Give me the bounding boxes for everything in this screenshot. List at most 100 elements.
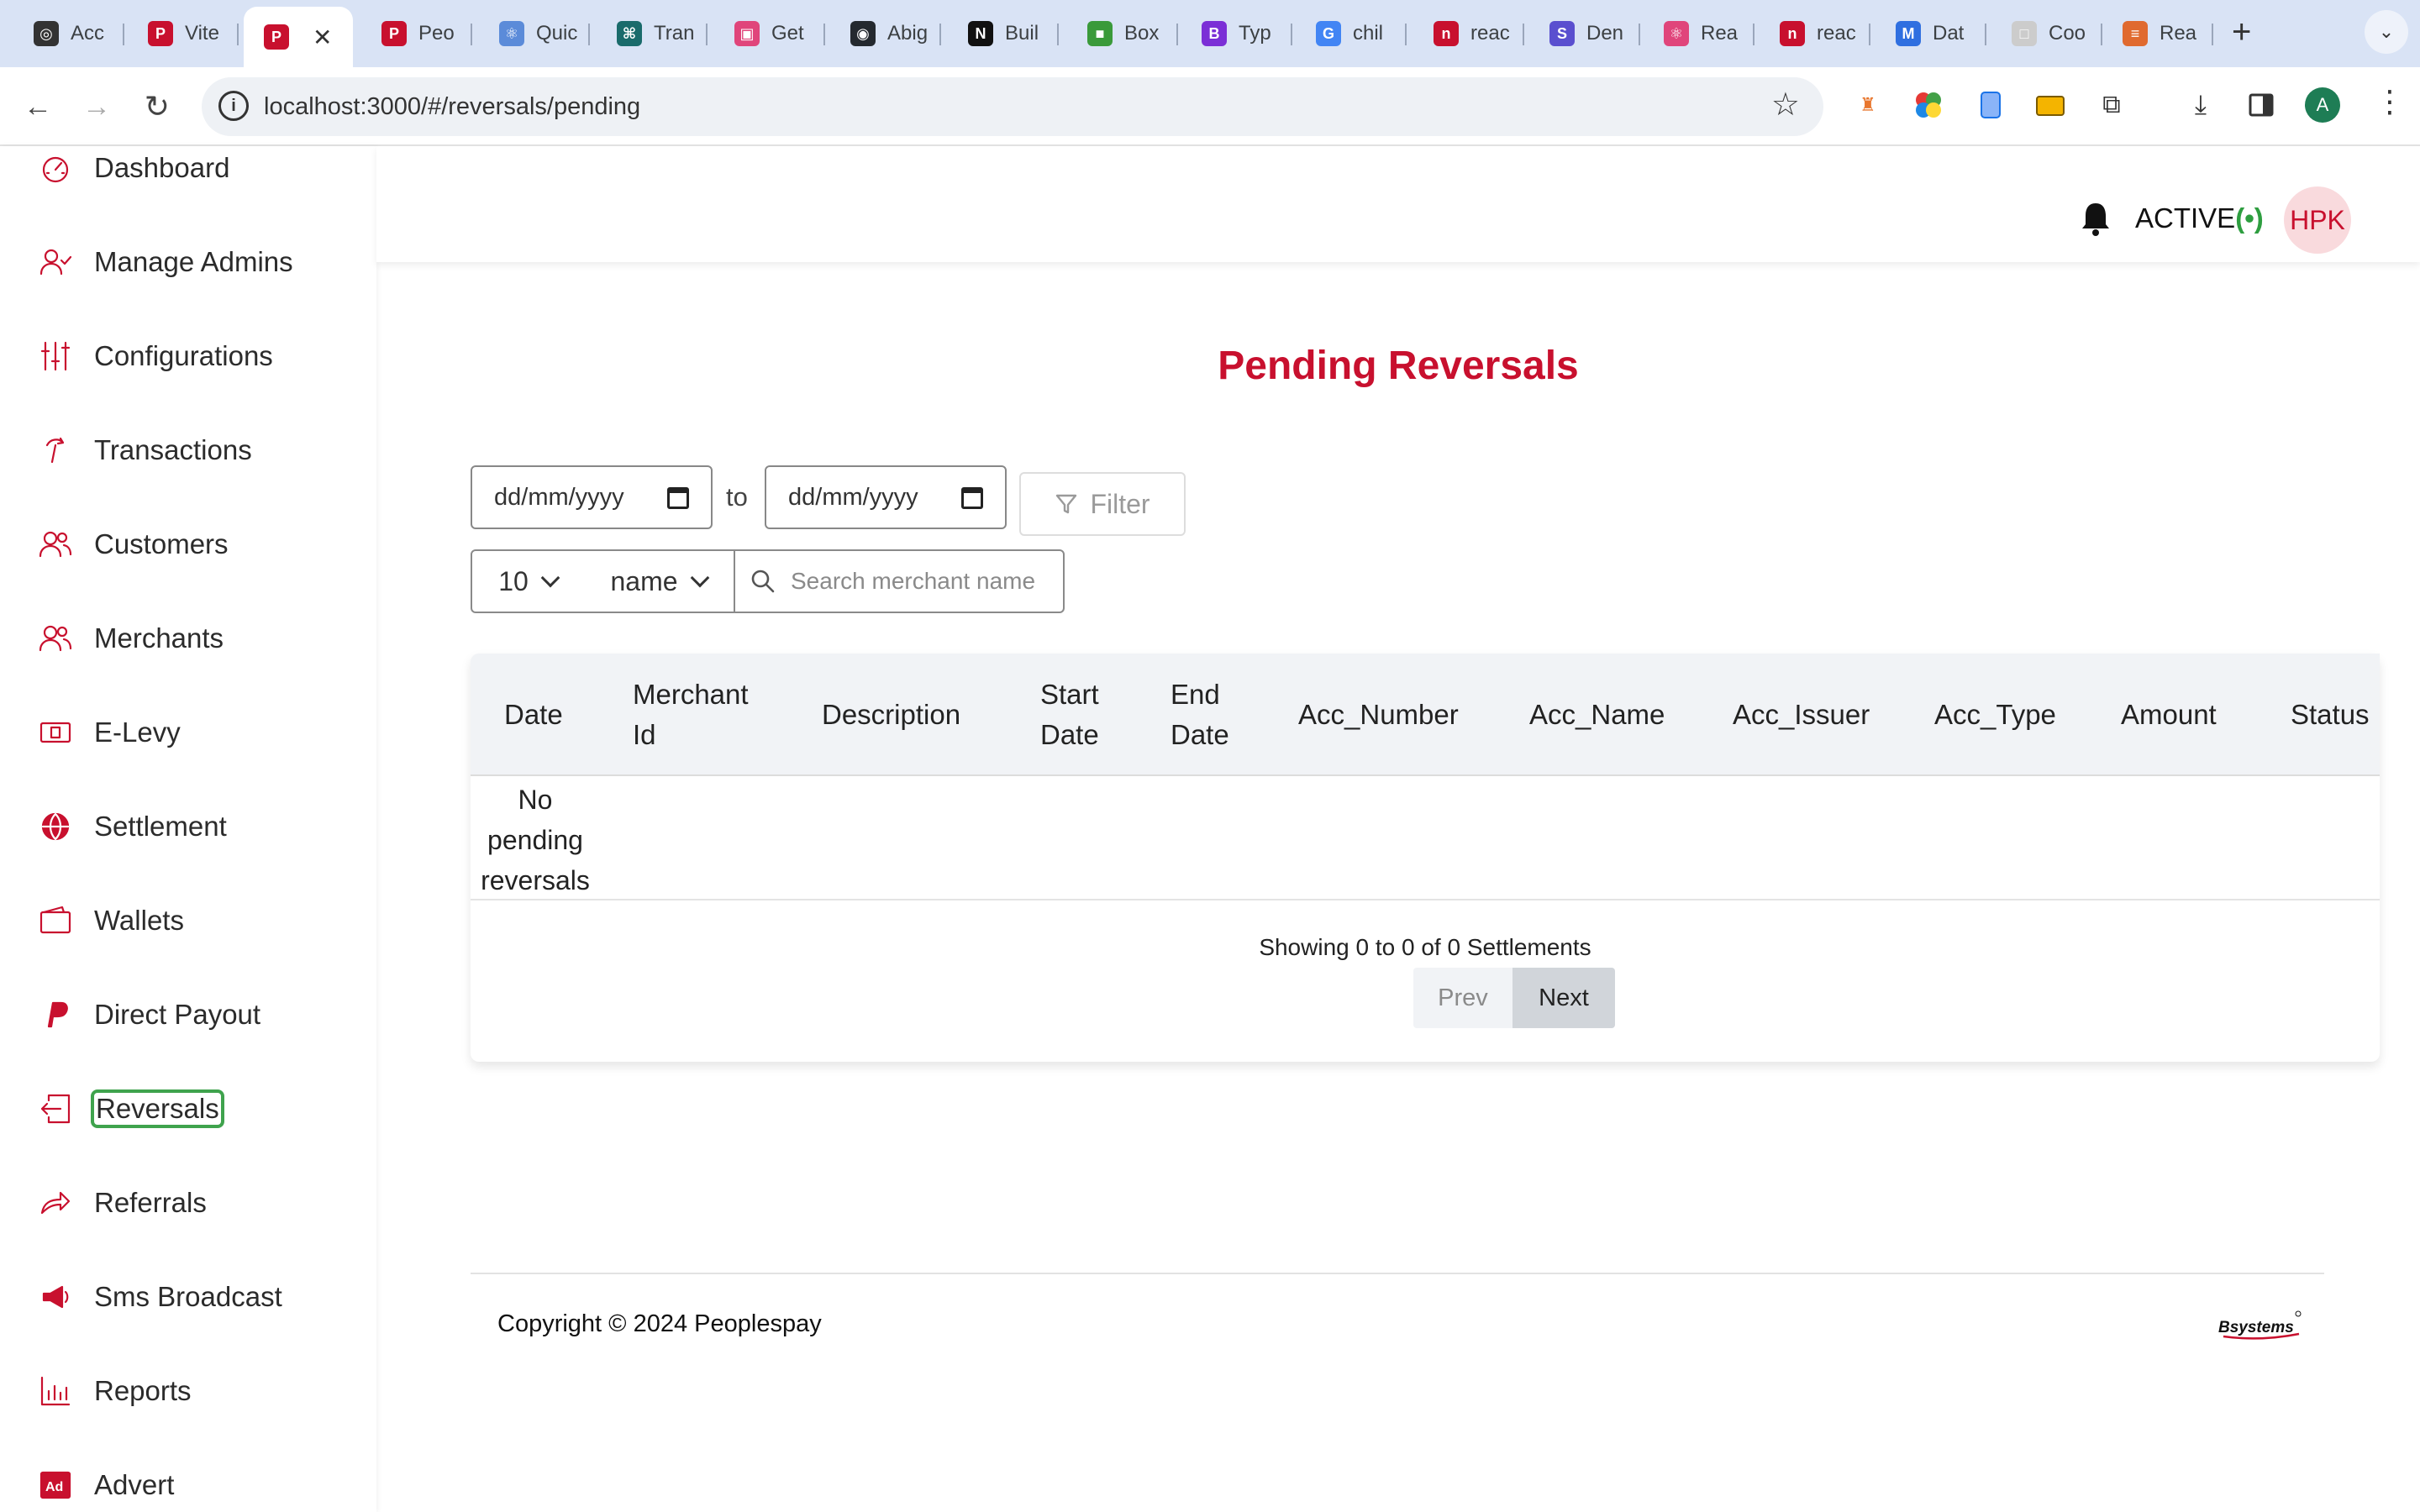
empty-table-message: No pending reversals	[481, 785, 590, 895]
tab-separator	[471, 24, 472, 45]
filter-funnel-icon	[1056, 494, 1077, 514]
sidebar-item-merchants[interactable]: Merchants	[37, 613, 224, 664]
column-header[interactable]: Date	[504, 654, 563, 776]
sidebar-item-referrals[interactable]: Referrals	[37, 1178, 207, 1228]
extensions-puzzle-icon[interactable]: ⧉	[2096, 89, 2128, 121]
user-avatar[interactable]: HPK	[2284, 186, 2351, 254]
site-info-icon[interactable]: i	[218, 91, 249, 121]
sort-field-select[interactable]: name	[583, 549, 735, 613]
sidebar-item-reports[interactable]: Reports	[37, 1366, 192, 1416]
filter-button[interactable]: Filter	[1019, 472, 1186, 536]
column-header[interactable]: Description	[822, 654, 960, 776]
bookmark-star-icon[interactable]: ☆	[1771, 86, 1800, 123]
tab-title: Rea	[2160, 22, 2197, 45]
sidebar-item-direct-payout[interactable]: Direct Payout	[37, 990, 260, 1040]
browser-tab[interactable]: ◎ Acc	[13, 8, 124, 59]
end-date-input[interactable]: dd/mm/yyyy	[765, 465, 1007, 529]
browser-tab[interactable]: n reac	[1413, 8, 1524, 59]
sidebar-item-advert[interactable]: Ad Advert	[37, 1460, 174, 1510]
tab-favicon-icon: B	[1202, 21, 1227, 46]
browser-tab[interactable]: ■ Box	[1067, 8, 1178, 59]
sidebar-item-sms-broadcast[interactable]: Sms Broadcast	[37, 1272, 282, 1322]
new-tab-button[interactable]: +	[2232, 15, 2251, 49]
sidebar-item-configurations[interactable]: Configurations	[37, 331, 273, 381]
browser-tab[interactable]: n reac	[1760, 8, 1870, 59]
sidebar-item-e-levy[interactable]: E-Levy	[37, 707, 181, 758]
tab-separator	[1291, 24, 1292, 45]
browser-tab[interactable]: P Vite	[128, 8, 239, 59]
browser-tab[interactable]: N Buil	[948, 8, 1059, 59]
browser-tab[interactable]: ◉ Abig	[830, 8, 941, 59]
reversals-table: Date Merchant Id Description Start Date End …	[471, 654, 2380, 1062]
next-page-button[interactable]: Next	[1512, 968, 1615, 1028]
sidebar-item-settlement[interactable]: Settlement	[37, 801, 227, 852]
browser-tab[interactable]: □ Coo	[1991, 8, 2102, 59]
tab-favicon-icon: n	[1780, 21, 1805, 46]
sidebar-item-label: E-Levy	[94, 717, 181, 748]
extension-color-icon[interactable]	[1912, 89, 1944, 121]
address-bar[interactable]: i localhost:3000/#/reversals/pending ☆	[202, 77, 1823, 136]
close-tab-icon[interactable]: ✕	[313, 24, 332, 51]
browser-tab[interactable]: ≡ Rea	[2102, 8, 2213, 59]
extension-folder-icon[interactable]	[2034, 89, 2066, 121]
chevron-down-icon	[690, 568, 709, 588]
user-check-icon	[37, 244, 74, 281]
search-input[interactable]	[791, 568, 1043, 595]
browser-tab[interactable]: M Dat	[1876, 8, 1986, 59]
tab-favicon-icon: P	[148, 21, 173, 46]
sidebar-item-customers[interactable]: Customers	[37, 519, 229, 570]
notification-bell-icon[interactable]	[2079, 200, 2112, 237]
column-header[interactable]: Acc_Issuer	[1733, 654, 1870, 776]
download-icon[interactable]: ⤓	[2185, 89, 2217, 121]
tab-separator	[123, 24, 124, 45]
tab-separator	[588, 24, 590, 45]
sidebar-item-reversals[interactable]: Reversals	[37, 1084, 224, 1134]
browser-tab[interactable]: S Den	[1529, 8, 1640, 59]
sidebar-item-dashboard[interactable]: Dashboard	[37, 143, 229, 193]
sidebar-item-label: Merchants	[94, 622, 224, 654]
tab-favicon-icon: N	[968, 21, 993, 46]
sort-field-value: name	[610, 565, 678, 596]
browser-tab[interactable]: ⚛ Quic	[479, 8, 590, 59]
extension-phone-icon[interactable]	[1975, 89, 2007, 121]
browser-tab[interactable]: P ✕	[244, 7, 353, 67]
column-header[interactable]: Start Date	[1040, 654, 1124, 776]
sidebar-item-wallets[interactable]: Wallets	[37, 895, 184, 946]
browser-tab[interactable]: P Peo	[361, 8, 472, 59]
browser-tab[interactable]: B Typ	[1181, 8, 1292, 59]
column-header[interactable]: Acc_Type	[1934, 654, 2056, 776]
address-url[interactable]: localhost:3000/#/reversals/pending	[264, 93, 640, 121]
browser-tab[interactable]: ▣ Get	[714, 8, 825, 59]
tab-separator	[1985, 24, 1986, 45]
page-size-select[interactable]: 10	[471, 549, 585, 613]
sidebar-item-label: Direct Payout	[94, 999, 261, 1030]
date-range-separator: to	[726, 482, 748, 512]
sidebar-item-label: Wallets	[94, 905, 184, 936]
column-header[interactable]: End Date	[1171, 654, 1255, 776]
browser-menu-icon[interactable]: ⋮	[2375, 84, 2405, 119]
tab-search-button[interactable]: ⌄	[2365, 10, 2408, 54]
column-header[interactable]: Status	[2291, 654, 2370, 776]
forward-arrow-icon[interactable]: →	[76, 86, 118, 128]
footer-divider	[471, 1273, 2324, 1274]
column-header[interactable]: Acc_Name	[1529, 654, 1665, 776]
browser-tab[interactable]: ⌘ Tran	[597, 8, 708, 59]
back-arrow-icon[interactable]: ←	[17, 86, 59, 128]
reload-icon[interactable]: ↻	[136, 86, 178, 128]
calendar-icon[interactable]	[667, 487, 689, 509]
calendar-icon[interactable]	[961, 487, 983, 509]
chevron-down-icon	[540, 568, 560, 588]
profile-avatar[interactable]: A	[2305, 87, 2340, 123]
column-header[interactable]: Acc_Number	[1298, 654, 1459, 776]
merchant-search[interactable]	[734, 549, 1065, 613]
column-header[interactable]: Amount	[2121, 654, 2217, 776]
browser-tab[interactable]: ⚛ Rea	[1644, 8, 1754, 59]
column-header[interactable]: Merchant Id	[633, 654, 749, 776]
sidebar-item-transactions[interactable]: Transactions	[37, 425, 252, 475]
browser-tab[interactable]: Gchil	[1296, 8, 1407, 59]
side-panel-icon[interactable]	[2245, 89, 2277, 121]
sidebar-item-manage-admins[interactable]: Manage Admins	[37, 237, 293, 287]
start-date-input[interactable]: dd/mm/yyyy	[471, 465, 713, 529]
extension-icon-1[interactable]: ♜	[1852, 89, 1884, 121]
prev-page-button[interactable]: Prev	[1413, 968, 1512, 1028]
